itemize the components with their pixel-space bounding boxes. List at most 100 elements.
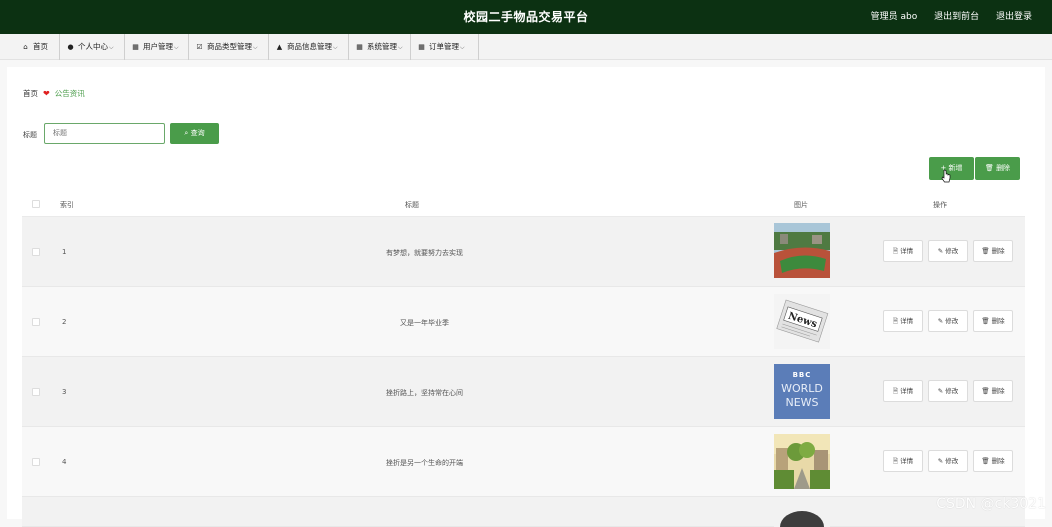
trash-icon: 🗑 — [981, 457, 989, 465]
row-image-partial — [774, 504, 830, 527]
bbc-logo-text: BBC — [774, 371, 830, 379]
logout-link[interactable]: 退出登录 — [996, 12, 1032, 22]
breadcrumb-current: 公告资讯 — [55, 89, 85, 98]
detail-button[interactable]: 🗎详情 — [883, 380, 923, 402]
batch-delete-button[interactable]: 🗑 删除 — [975, 157, 1020, 180]
delete-label: 删除 — [992, 457, 1005, 465]
edit-label: 修改 — [945, 317, 958, 325]
header-ops: 操作 — [933, 200, 947, 210]
header-title: 标题 — [405, 200, 419, 210]
nav-label: 商品信息管理 — [287, 42, 332, 51]
detail-label: 详情 — [900, 387, 913, 395]
pencil-icon: ✎ — [938, 387, 943, 395]
trash-icon: 🗑 — [985, 164, 994, 172]
detail-button[interactable]: 🗎详情 — [883, 240, 923, 262]
edit-label: 修改 — [945, 457, 958, 465]
car-icon: ▲ — [275, 35, 284, 60]
chevron-down-icon: ⌵ — [253, 44, 258, 51]
nav-label: 系统管理 — [367, 42, 397, 51]
file-icon: 🗎 — [893, 457, 898, 465]
top-bar: 校园二手物品交易平台 管理员 abo 退出到前台 退出登录 — [0, 0, 1052, 34]
trash-icon: 🗑 — [981, 387, 989, 395]
trash-icon: 🗑 — [981, 247, 989, 255]
select-all-checkbox[interactable] — [32, 200, 40, 208]
delete-button[interactable]: 🗑删除 — [973, 380, 1013, 402]
edit-button[interactable]: ✎修改 — [928, 450, 968, 472]
edit-button[interactable]: ✎修改 — [928, 310, 968, 332]
add-button[interactable]: + 新增 — [929, 157, 974, 180]
chevron-down-icon: ⌵ — [109, 44, 114, 51]
bbc-world-news-logo: BBC WORLD NEWS — [774, 364, 830, 419]
chevron-down-icon: ⌵ — [174, 44, 179, 51]
exit-to-front-link[interactable]: 退出到前台 — [934, 12, 979, 22]
delete-label: 删除 — [992, 387, 1005, 395]
edit-button[interactable]: ✎修改 — [928, 240, 968, 262]
edit-label: 修改 — [945, 387, 958, 395]
nav-label: 商品类型管理 — [207, 42, 252, 51]
world-text: WORLD — [774, 382, 830, 395]
main-nav: ⌂首页 ●个人中心⌵ ▦用户管理⌵ ☑商品类型管理⌵ ▲商品信息管理⌵ ▦系统管… — [0, 34, 1052, 60]
row-title: 挫折路上，坚持常在心间 — [362, 388, 487, 398]
news-logo-text: NEWS — [774, 396, 830, 409]
track-field-photo — [774, 223, 830, 278]
row-title: 挫折是另一个生命的开端 — [362, 458, 487, 468]
file-icon: 🗎 — [893, 247, 898, 255]
nav-label: 个人中心 — [78, 42, 108, 51]
chevron-down-icon: ⌵ — [460, 44, 465, 51]
nav-label: 订单管理 — [429, 42, 459, 51]
detail-label: 详情 — [900, 457, 913, 465]
nav-label: 首页 — [33, 42, 48, 51]
delete-button[interactable]: 🗑删除 — [973, 310, 1013, 332]
main-content: 首页❤公告资讯 标题 ⌕ 查询 + 新增 🗑 删除 索引 标题 图片 操作 1 … — [7, 67, 1045, 519]
delete-button[interactable]: 🗑删除 — [973, 240, 1013, 262]
row-index: 3 — [62, 388, 66, 396]
search-input[interactable] — [44, 123, 165, 144]
row-checkbox[interactable] — [32, 458, 40, 466]
admin-user-label: 管理员 abo — [871, 12, 918, 22]
nav-item-personal-center[interactable]: ●个人中心⌵ — [60, 34, 125, 60]
detail-button[interactable]: 🗎详情 — [883, 310, 923, 332]
grid-icon: ▦ — [417, 35, 426, 60]
row-checkbox[interactable] — [32, 248, 40, 256]
row-checkbox[interactable] — [32, 318, 40, 326]
table-row — [22, 497, 1025, 527]
detail-button[interactable]: 🗎详情 — [883, 450, 923, 472]
nav-item-user-management[interactable]: ▦用户管理⌵ — [125, 34, 189, 60]
home-icon: ⌂ — [21, 35, 30, 60]
query-button[interactable]: ⌕ 查询 — [170, 123, 219, 144]
edit-label: 修改 — [945, 247, 958, 255]
nav-item-goods-info-management[interactable]: ▲商品信息管理⌵ — [269, 34, 349, 60]
checkbox-icon: ☑ — [195, 35, 204, 60]
grid-icon: ▦ — [131, 35, 140, 60]
file-icon: 🗎 — [893, 317, 898, 325]
news-paper-photo: News — [774, 294, 830, 349]
search-label: 标题 — [23, 130, 37, 140]
delete-label: 删除 — [992, 317, 1005, 325]
pencil-icon: ✎ — [938, 457, 943, 465]
row-checkbox[interactable] — [32, 388, 40, 396]
delete-button[interactable]: 🗑删除 — [973, 450, 1013, 472]
breadcrumb-home[interactable]: 首页 — [23, 89, 38, 98]
campus-street-photo — [774, 434, 830, 489]
mouse-cursor-icon — [941, 169, 951, 183]
nav-item-order-management[interactable]: ▦订单管理⌵ — [411, 34, 479, 60]
chevron-down-icon: ⌵ — [333, 44, 338, 51]
table-row: 2 又是一年毕业季 News 🗎详情 ✎修改 🗑删除 — [22, 287, 1025, 357]
header-links: 管理员 abo 退出到前台 退出登录 — [857, 0, 1032, 34]
nav-item-system-management[interactable]: ▦系统管理⌵ — [349, 34, 411, 60]
edit-button[interactable]: ✎修改 — [928, 380, 968, 402]
nav-item-home[interactable]: ⌂首页 — [15, 34, 60, 60]
user-icon: ● — [66, 35, 75, 60]
file-icon: 🗎 — [893, 387, 898, 395]
pencil-icon: ✎ — [938, 317, 943, 325]
pencil-icon: ✎ — [938, 247, 943, 255]
table-row: 3 挫折路上，坚持常在心间 BBC WORLD NEWS 🗎详情 ✎修改 🗑删除 — [22, 357, 1025, 427]
row-index: 2 — [62, 318, 66, 326]
breadcrumb: 首页❤公告资讯 — [23, 88, 85, 99]
detail-label: 详情 — [900, 247, 913, 255]
trash-icon: 🗑 — [981, 317, 989, 325]
row-index: 4 — [62, 458, 66, 466]
header-image: 图片 — [794, 200, 808, 210]
nav-item-goods-type-management[interactable]: ☑商品类型管理⌵ — [189, 34, 269, 60]
notice-table: 索引 标题 图片 操作 1 有梦想，就要努力去实现 🗎详情 ✎修改 — [22, 192, 1025, 217]
